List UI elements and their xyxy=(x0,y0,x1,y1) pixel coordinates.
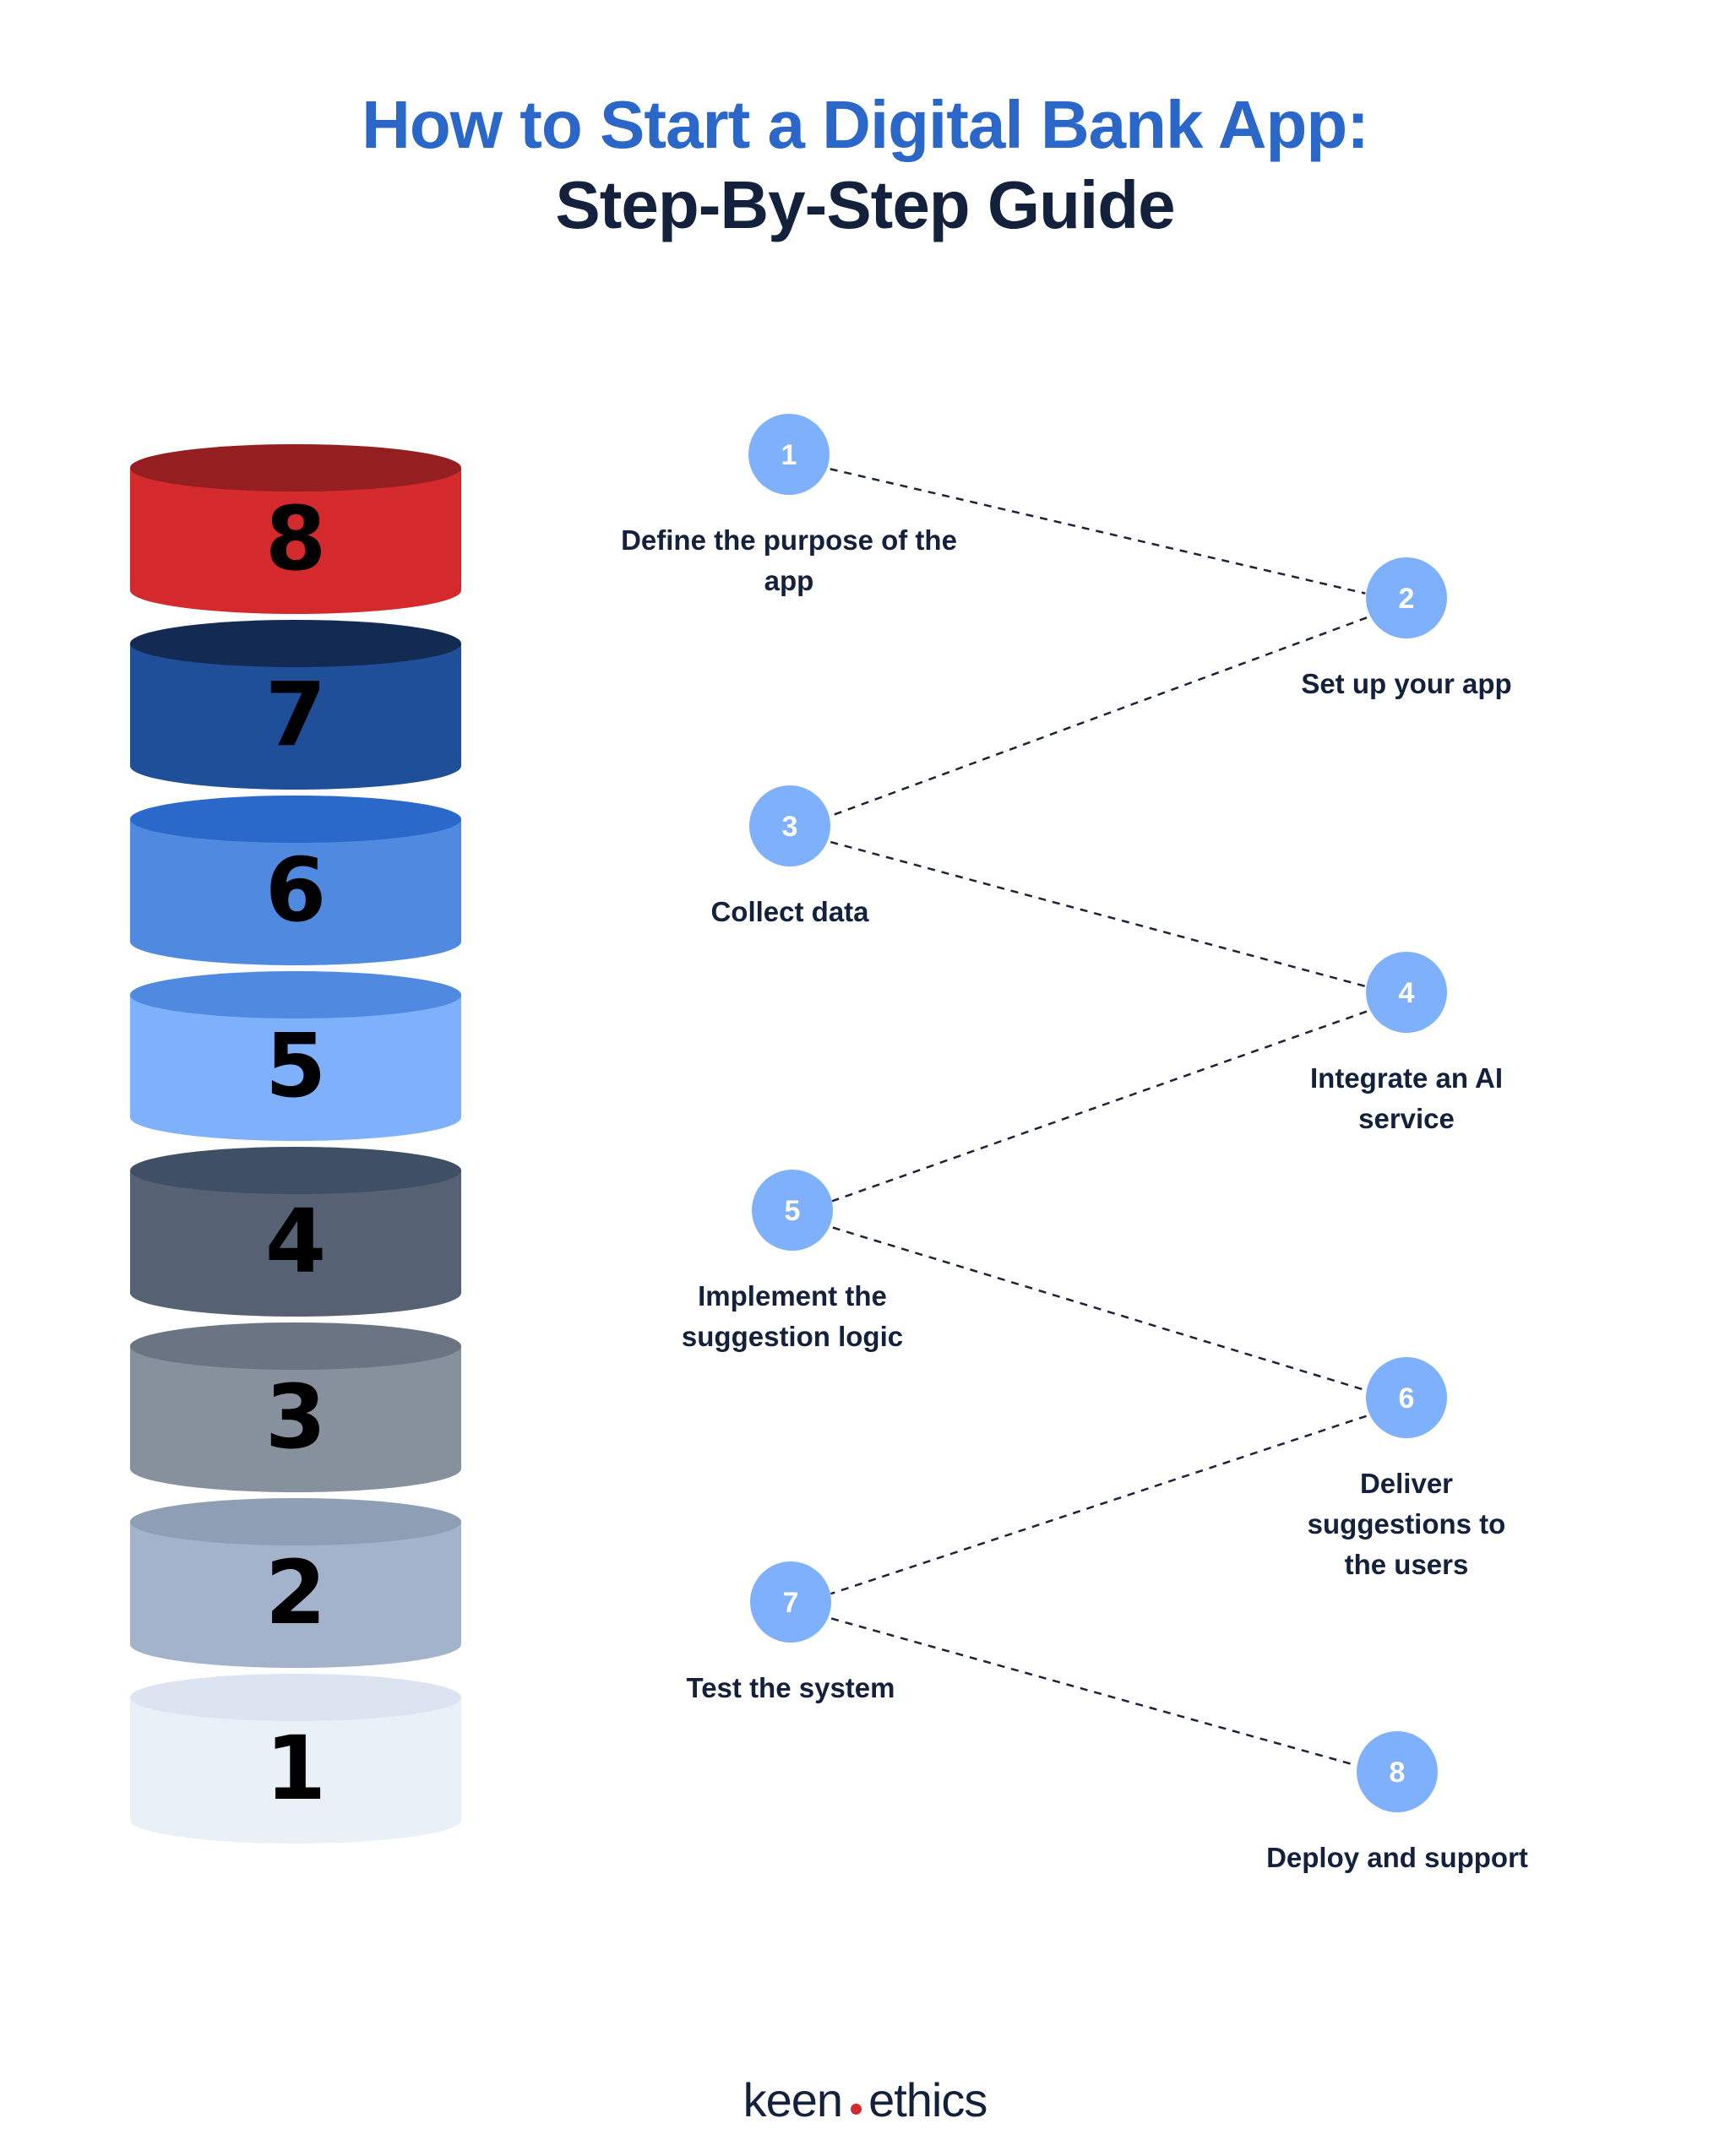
step-label-line: suggestions to xyxy=(1307,1508,1506,1540)
step-label-2: Set up your app xyxy=(1221,664,1592,704)
logo-text-ethics: ethics xyxy=(868,2073,987,2126)
step-label-line: Deploy and support xyxy=(1266,1842,1528,1873)
step-label-line: app xyxy=(764,565,814,596)
step-number: 3 xyxy=(782,811,798,843)
cylinder-number: 2 xyxy=(265,1541,326,1644)
cylinder-8: 8 xyxy=(130,444,461,614)
logo-dot-icon xyxy=(851,2104,862,2115)
cylinder-2: 2 xyxy=(130,1498,461,1668)
step-label-4: Integrate an AI service xyxy=(1221,1058,1592,1139)
step-5: 5 xyxy=(752,1170,833,1251)
step-number: 7 xyxy=(783,1587,799,1619)
step-label-line: service xyxy=(1358,1103,1455,1134)
cylinder-number: 1 xyxy=(265,1717,326,1820)
step-label-line: Test the system xyxy=(686,1672,895,1703)
cylinder-top xyxy=(130,1674,461,1721)
step-label-line: Define the purpose of the xyxy=(621,524,957,556)
cylinder-number: 7 xyxy=(265,663,326,766)
cylinder-stack: 8 7 6 5 4 3 2 1 xyxy=(130,444,461,1844)
step-8: 8 xyxy=(1357,1731,1438,1812)
step-number: 6 xyxy=(1399,1382,1415,1415)
cylinder-top xyxy=(130,1322,461,1370)
step-number: 5 xyxy=(785,1195,801,1227)
step-number: 4 xyxy=(1399,977,1415,1009)
cylinder-number: 6 xyxy=(265,839,326,942)
step-label-line: Set up your app xyxy=(1301,668,1512,699)
step-label-line: the users xyxy=(1344,1549,1469,1580)
step-1: 1 xyxy=(748,414,830,495)
cylinder-3: 3 xyxy=(130,1322,461,1492)
step-label-8: Deploy and support xyxy=(1211,1838,1583,1878)
step-label-7: Test the system xyxy=(605,1668,977,1708)
cylinder-4: 4 xyxy=(130,1147,461,1317)
step-label-line: Collect data xyxy=(710,896,869,927)
cylinder-1: 1 xyxy=(130,1674,461,1844)
step-label-line: Deliver xyxy=(1359,1468,1454,1499)
cylinder-top xyxy=(130,971,461,1018)
step-number: 2 xyxy=(1399,583,1415,615)
cylinder-number: 3 xyxy=(265,1366,326,1469)
cylinder-6: 6 xyxy=(130,796,461,965)
cylinder-top xyxy=(130,796,461,843)
step-label-1: Define the purpose of the app xyxy=(603,520,975,601)
step-7: 7 xyxy=(750,1561,831,1643)
step-6: 6 xyxy=(1366,1357,1447,1438)
connector-line-2-3 xyxy=(829,616,1368,817)
cylinder-top xyxy=(130,444,461,491)
cylinder-top xyxy=(130,620,461,667)
step-label-line: suggestion logic xyxy=(681,1321,904,1352)
step-label-6: Deliver suggestions to the users xyxy=(1221,1464,1592,1585)
cylinder-top xyxy=(130,1498,461,1545)
cylinder-number: 5 xyxy=(265,1014,326,1117)
cylinder-number: 4 xyxy=(265,1190,326,1293)
step-label-5: Implement the suggestion logic xyxy=(607,1276,978,1357)
step-label-line: Integrate an AI xyxy=(1310,1062,1503,1094)
step-label-3: Collect data xyxy=(604,892,976,932)
step-2: 2 xyxy=(1366,557,1447,638)
step-number: 8 xyxy=(1390,1757,1406,1789)
logo-text-keen: keen xyxy=(743,2073,843,2126)
brand-logo: keen ethics xyxy=(0,2073,1730,2127)
step-4: 4 xyxy=(1366,952,1447,1033)
step-label-line: Implement the xyxy=(698,1280,887,1312)
cylinder-number: 8 xyxy=(265,487,326,590)
cylinder-5: 5 xyxy=(130,971,461,1141)
step-3: 3 xyxy=(749,785,830,866)
cylinder-top xyxy=(130,1147,461,1194)
cylinder-7: 7 xyxy=(130,620,461,790)
step-number: 1 xyxy=(781,439,797,471)
